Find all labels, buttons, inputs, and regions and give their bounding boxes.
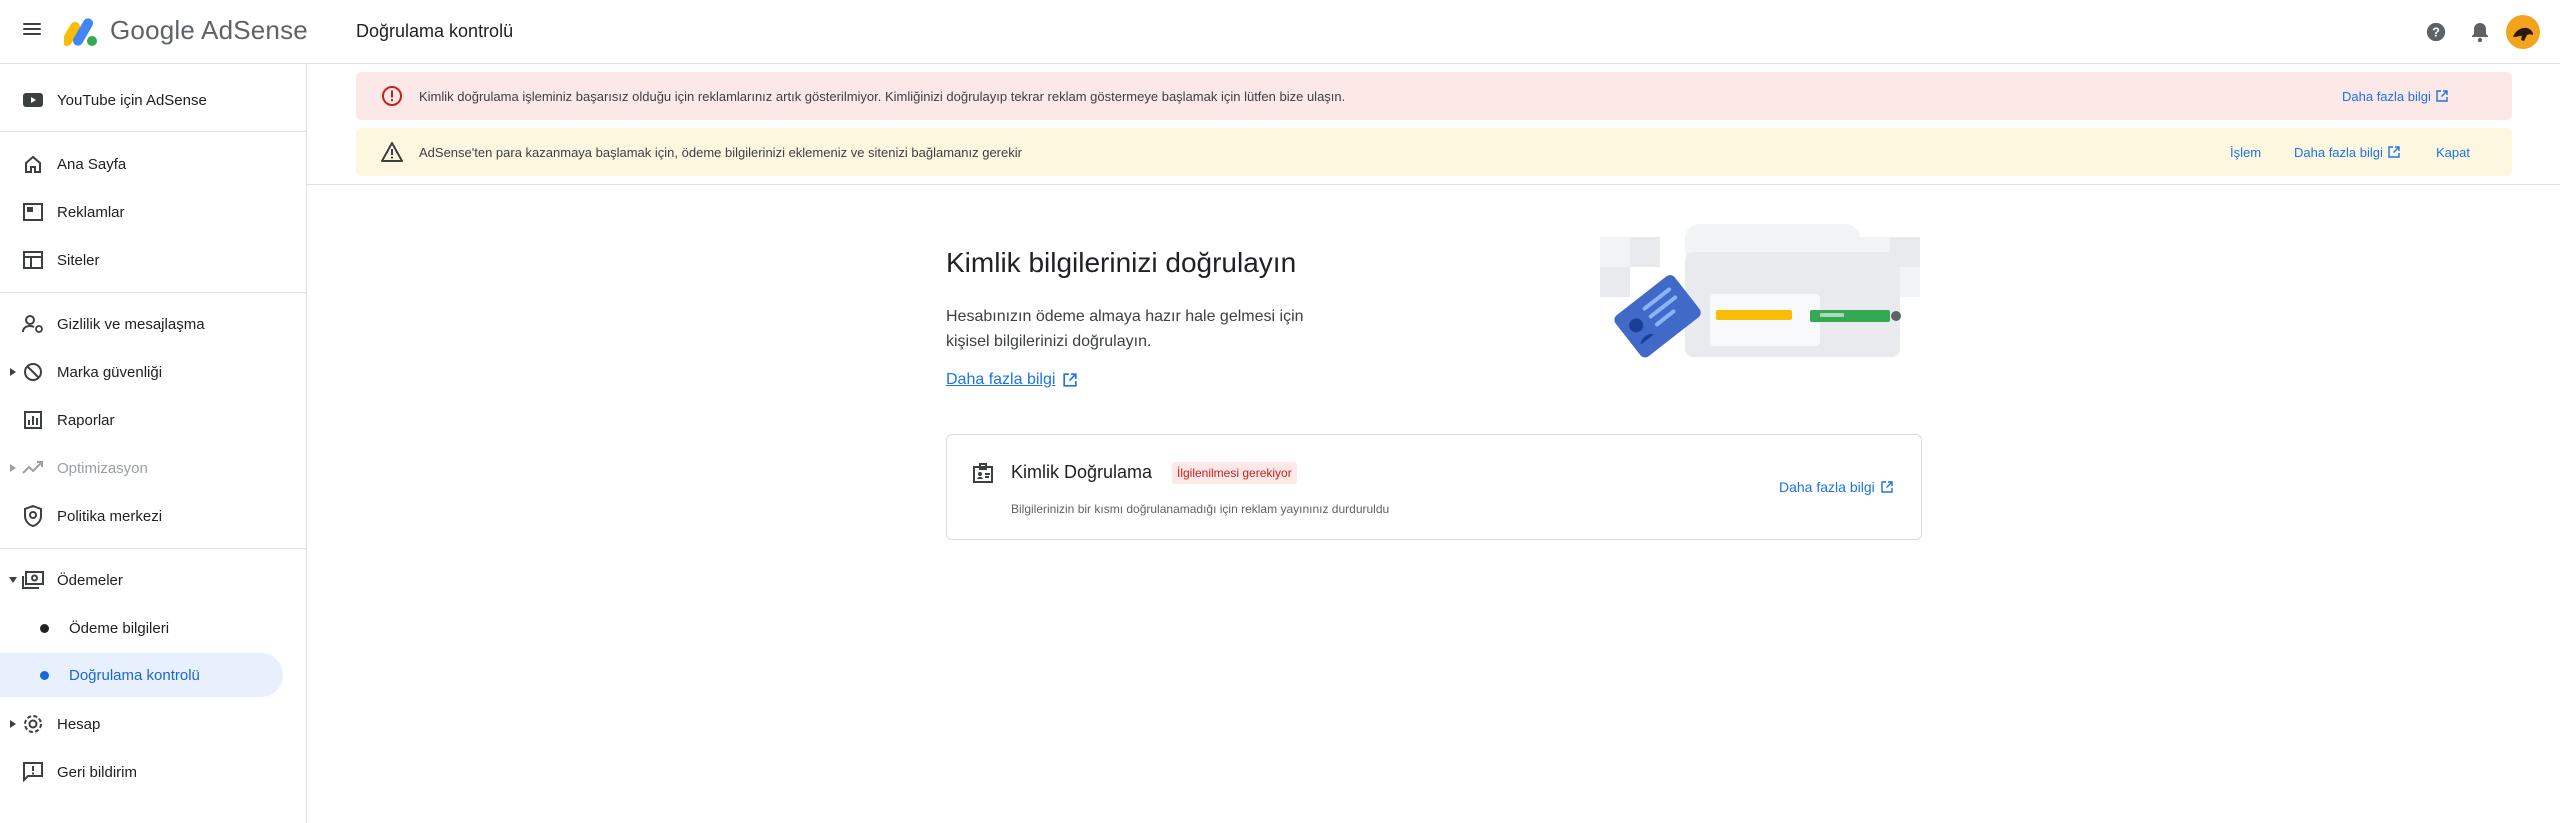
link-label: Daha fazla bilgi (946, 371, 1056, 388)
divider (0, 292, 306, 293)
divider (307, 184, 2560, 185)
bullet-icon (40, 670, 49, 680)
sidebar-item-ads[interactable]: Reklamlar (0, 190, 306, 234)
sidebar-item-sites[interactable]: Siteler (0, 238, 306, 282)
menu-icon[interactable] (20, 20, 44, 44)
top-app-bar: Google AdSense Doğrulama kontrolü ? (0, 0, 2560, 64)
sidebar-item-label: Ödemeler (57, 571, 123, 589)
bullet-icon (40, 623, 49, 633)
sidebar-item-payment-info[interactable]: Ödeme bilgileri (0, 606, 306, 650)
privacy-icon (21, 312, 45, 336)
policy-icon (21, 504, 45, 528)
sidebar-item-label: Raporlar (57, 411, 115, 429)
open-in-new-icon (2388, 146, 2400, 158)
sidebar-item-privacy[interactable]: Gizlilik ve mesajlaşma (0, 302, 306, 346)
warning-icon (380, 140, 404, 164)
caret-right-icon (9, 720, 17, 728)
sidebar-item-label: Optimizasyon (57, 459, 148, 477)
caret-down-icon (9, 576, 17, 584)
card-subtitle: Bilgilerinizin bir kısmı doğrulanamadığı… (1011, 502, 1390, 516)
trending-icon (21, 456, 45, 480)
link-label: Daha fazla bilgi (2342, 88, 2431, 104)
open-in-new-icon (1881, 481, 1893, 493)
caret-right-icon (9, 464, 17, 472)
section-description: Hesabınızın ödeme almaya hazır hale gelm… (946, 308, 1304, 350)
link-label: Daha fazla bilgi (2294, 144, 2383, 160)
verification-card: Kimlik Doğrulama İlgilenilmesi gerekiyor… (946, 434, 1922, 540)
help-icon[interactable]: ? (2422, 18, 2450, 46)
sidebar-item-label: Reklamlar (57, 203, 125, 221)
avatar[interactable] (2506, 15, 2540, 49)
card-title: Kimlik Doğrulama (1011, 462, 1153, 482)
status-badge: İlgilenilmesi gerekiyor (1172, 462, 1297, 484)
error-banner: Kimlik doğrulama işleminiz başarısız old… (356, 72, 2512, 120)
error-icon (380, 84, 404, 108)
warning-learn-more-link[interactable]: Daha fazla bilgi (2294, 145, 2400, 160)
divider (0, 131, 306, 132)
payments-icon (21, 568, 45, 592)
id-verification-illustration (1600, 224, 1920, 358)
sidebar-item-label: Doğrulama kontrolü (69, 666, 200, 684)
link-label: Daha fazla bilgi (1779, 479, 1875, 495)
open-in-new-icon (1063, 373, 1078, 387)
youtube-icon (21, 88, 45, 112)
sidebar-item-youtube[interactable]: YouTube için AdSense (0, 78, 306, 122)
feedback-icon (21, 760, 45, 784)
sidebar-item-label: Marka güvenliği (57, 363, 163, 381)
svg-text:?: ? (2432, 25, 2440, 40)
badge-id-icon (971, 461, 995, 485)
sidebar-item-label: Ana Sayfa (57, 155, 127, 173)
error-learn-more-link[interactable]: Daha fazla bilgi (2342, 89, 2448, 104)
divider (0, 548, 306, 549)
sidebar-item-payments[interactable]: Ödemeler (0, 558, 306, 602)
sidebar: YouTube için AdSense Ana Sayfa Reklamlar… (0, 64, 307, 823)
sites-icon (21, 248, 45, 272)
sidebar-item-label: YouTube için AdSense (57, 91, 207, 109)
action-link[interactable]: İşlem (2230, 145, 2261, 160)
notifications-icon[interactable] (2466, 18, 2494, 46)
sidebar-item-reports[interactable]: Raporlar (0, 398, 306, 442)
warning-banner: AdSense'ten para kazanmaya başlamak için… (356, 128, 2512, 176)
page-title: Doğrulama kontrolü (356, 21, 514, 41)
open-in-new-icon (2436, 90, 2448, 102)
block-icon (21, 360, 45, 384)
sidebar-item-verification[interactable]: Doğrulama kontrolü (0, 653, 283, 697)
sidebar-item-brand-safety[interactable]: Marka güvenliği (0, 350, 306, 394)
brand-name: Google AdSense (110, 15, 308, 45)
sidebar-item-label: Hesap (57, 715, 101, 733)
ads-icon (21, 200, 45, 224)
sidebar-item-label: Politika merkezi (57, 507, 163, 525)
reports-icon (21, 408, 45, 432)
adsense-logo-icon (64, 18, 97, 46)
warning-banner-text: AdSense'ten para kazanmaya başlamak için… (419, 144, 1022, 160)
gear-icon (21, 712, 45, 736)
sidebar-item-label: Ödeme bilgileri (69, 619, 170, 637)
learn-more-link[interactable]: Daha fazla bilgi (946, 371, 1078, 389)
card-learn-more-link[interactable]: Daha fazla bilgi (1779, 479, 1893, 495)
sidebar-item-feedback[interactable]: Geri bildirim (0, 750, 306, 794)
sidebar-item-policy-center[interactable]: Politika merkezi (0, 494, 306, 538)
sidebar-item-account[interactable]: Hesap (0, 702, 306, 746)
dismiss-button[interactable]: Kapat (2436, 145, 2470, 160)
home-icon (21, 152, 45, 176)
sidebar-item-optimization[interactable]: Optimizasyon (0, 446, 306, 490)
section-title: Kimlik bilgilerinizi doğrulayın (946, 247, 1297, 278)
sidebar-item-label: Geri bildirim (57, 763, 138, 781)
sidebar-item-home[interactable]: Ana Sayfa (0, 142, 306, 186)
sidebar-item-label: Gizlilik ve mesajlaşma (57, 315, 205, 333)
error-banner-text: Kimlik doğrulama işleminiz başarısız old… (419, 88, 1346, 104)
sidebar-item-label: Siteler (57, 251, 100, 269)
caret-right-icon (9, 368, 17, 376)
